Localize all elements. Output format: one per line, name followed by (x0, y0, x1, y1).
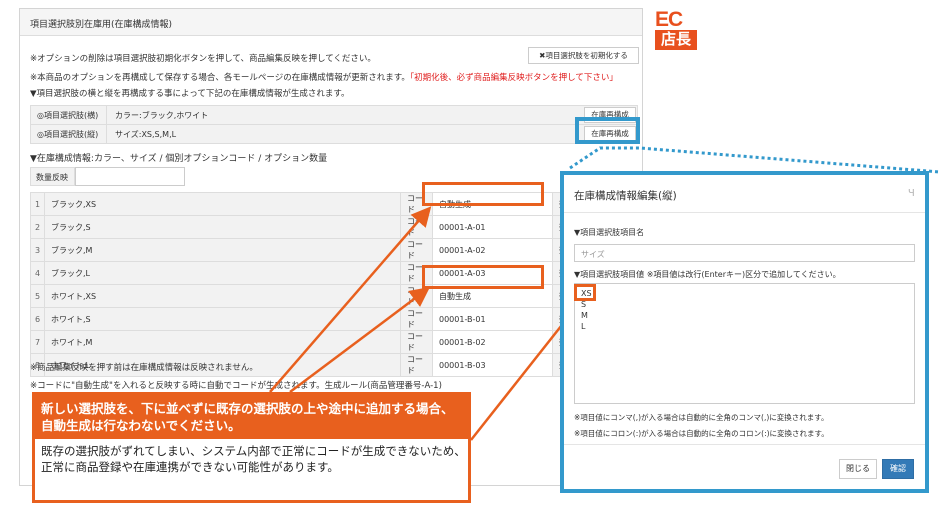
rebuild-note-text: ※本商品のオプションを再構成して保存する場合、各モールページの在庫構成情報が更新… (30, 73, 410, 83)
qty-reflect-label: 数量反映 (30, 167, 75, 186)
code-input[interactable]: 00001-B-01 (432, 307, 553, 331)
item-values-textarea[interactable]: XS S M L (574, 283, 915, 404)
value-line: XS (581, 289, 592, 298)
modal-title: 在庫構成情報編集(縦) (564, 175, 925, 213)
row-number: 6 (30, 307, 45, 331)
row-number: 4 (30, 261, 45, 285)
rebuild-warning: 「初期化後、必ず商品編集反映ボタンを押して下さい」 (409, 73, 618, 83)
table-row: 6ホワイト,Sコード00001-B-01数 (30, 307, 638, 331)
code-input[interactable]: 00001-B-02 (432, 330, 553, 354)
autogen-highlight-2 (422, 265, 544, 289)
option-name: ホワイト,S (44, 307, 401, 331)
code-label: コード (400, 238, 433, 262)
logo-tencho: 店長 (655, 30, 697, 50)
close-icon[interactable]: ч (908, 185, 915, 199)
code-input[interactable]: 00001-A-02 (432, 238, 553, 262)
autogen-highlight-1 (422, 182, 544, 206)
row-number: 2 (30, 215, 45, 239)
item-name-input[interactable]: サイズ (574, 244, 915, 262)
table-row: 3ブラック,Mコード00001-A-02数 (30, 238, 638, 262)
value-line: L (581, 322, 586, 331)
code-label: コード (400, 353, 433, 377)
option-row-vertical: ◎項目選択肢(縦) サイズ:XS,S,M,L 在庫再構成 (30, 124, 638, 144)
value-line: M (581, 311, 588, 320)
code-label: コード (400, 307, 433, 331)
option-name: ホワイト,XS (44, 284, 401, 308)
stock-info-header: ▼在庫構成情報:カラー、サイズ / 個別オプションコード / オプション数量 (30, 154, 328, 164)
table-row: 1ブラック,XSコード自動生成数 (30, 192, 638, 216)
row-number: 1 (30, 192, 45, 216)
comma-note: ※項目値にコンマ(,)が入る場合は自動的に全角のコンマ(,)に変換されます。 (574, 413, 829, 422)
option-label-horizontal: ◎項目選択肢(横) (31, 106, 107, 124)
option-name: ブラック,S (44, 215, 401, 239)
code-label: コード (400, 330, 433, 354)
modal-close-button[interactable]: 閉じる (839, 459, 877, 479)
modal-confirm-button[interactable]: 確認 (882, 459, 914, 479)
stock-edit-modal: 在庫構成情報編集(縦) ч ▼項目選択肢項目名 サイズ ▼項目選択肢項目値 ※項… (560, 171, 929, 493)
option-name: ホワイト,M (44, 330, 401, 354)
table-row: 7ホワイト,Mコード00001-B-02数 (30, 330, 638, 354)
table-row: 4ブラック,Lコード00001-A-03数 (30, 261, 638, 285)
rebuild-button-highlight (575, 117, 640, 144)
panel-title: 項目選択肢別在庫用(在庫構成情報) (20, 9, 642, 36)
option-value-vertical: サイズ:XS,S,M,L (115, 130, 177, 139)
delete-note: ※オプションの削除は項目選択肢初期化ボタンを押して、商品編集反映を押してください… (30, 54, 376, 64)
reflect-footnote: ※商品編集反映を押す前は在庫構成情報は反映されません。 (30, 363, 258, 373)
generate-note: ▼項目選択肢の横と縦を再構成する事によって下記の在庫構成情報が生成されます。 (30, 89, 350, 99)
modal-footer: 閉じる 確認 (564, 444, 925, 489)
ec-tencho-logo: EC 店長 (655, 8, 700, 52)
code-input[interactable]: 00001-A-01 (432, 215, 553, 239)
row-number: 5 (30, 284, 45, 308)
logo-ec: EC (655, 8, 683, 31)
code-label: コード (400, 215, 433, 239)
table-row: 5ホワイト,XSコード自動生成数 (30, 284, 638, 308)
table-row: 2ブラック,Sコード00001-A-01数 (30, 215, 638, 239)
row-number: 7 (30, 330, 45, 354)
qty-reflect-input[interactable] (75, 167, 185, 186)
callout-body: 既存の選択肢がずれてしまい、システム内部で正常にコードが生成できないため、正常に… (41, 444, 466, 474)
row-number: 3 (30, 238, 45, 262)
item-values-label: ▼項目選択肢項目値 ※項目値は改行(Enterキー)区分で追加してください。 (574, 270, 841, 279)
colon-note: ※項目値にコロン(:)が入る場合は自動的に全角のコロン(:)に変換されます。 (574, 429, 829, 438)
value-line: S (581, 300, 587, 309)
option-name: ブラック,M (44, 238, 401, 262)
option-value-horizontal: カラー:ブラック,ホワイト (115, 111, 209, 120)
code-input[interactable]: 00001-B-03 (432, 353, 553, 377)
option-name: ブラック,XS (44, 192, 401, 216)
option-row-horizontal: ◎項目選択肢(横) カラー:ブラック,ホワイト 在庫再構成 (30, 105, 638, 125)
callout-headline: 新しい選択肢を、下に並べずに既存の選択肢の上や途中に追加する場合、自動生成は行な… (35, 395, 468, 439)
autogen-footnote: ※コードに"自動生成"を入れると反映する時に自動でコードが生成されます。生成ルー… (30, 381, 442, 391)
item-name-label: ▼項目選択肢項目名 (574, 228, 645, 237)
option-name: ブラック,L (44, 261, 401, 285)
stock-table: 1ブラック,XSコード自動生成数2ブラック,Sコード00001-A-01数3ブラ… (30, 192, 638, 377)
rebuild-note: ※本商品のオプションを再構成して保存する場合、各モールページの在庫構成情報が更新… (30, 71, 618, 83)
warning-callout: 新しい選択肢を、下に並べずに既存の選択肢の上や途中に追加する場合、自動生成は行な… (32, 392, 471, 503)
init-options-button[interactable]: ✖項目選択肢を初期化する (528, 47, 639, 64)
option-label-vertical: ◎項目選択肢(縦) (31, 125, 107, 143)
xs-value-highlight (574, 284, 596, 301)
